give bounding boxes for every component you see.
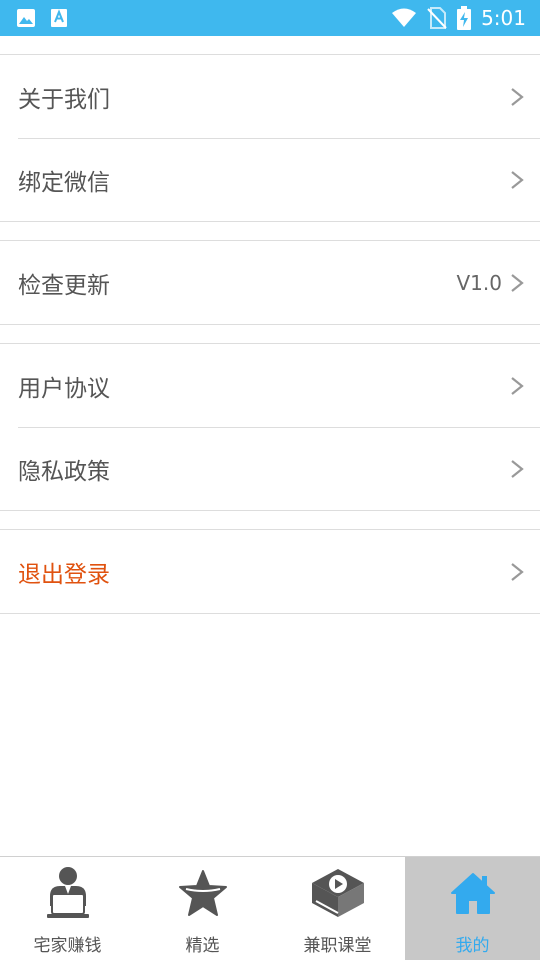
tab-label: 兼职课堂	[303, 936, 372, 956]
about-us-row[interactable]: 关于我们	[0, 55, 540, 138]
logout-row[interactable]: 退出登录	[0, 530, 540, 613]
no-sim-icon	[427, 7, 447, 29]
settings-group-logout: 退出登录	[0, 529, 540, 614]
star-icon	[173, 863, 233, 923]
privacy-policy-row[interactable]: 隐私政策	[0, 427, 540, 510]
settings-group-update: 检查更新 V1.0	[0, 240, 540, 325]
home-icon	[443, 863, 503, 923]
chevron-right-icon	[510, 170, 524, 190]
tab-featured[interactable]: 精选	[135, 857, 270, 960]
battery-charging-icon	[457, 6, 472, 30]
logout-label: 退出登录	[18, 561, 110, 588]
tab-label: 宅家赚钱	[33, 936, 102, 956]
row-label: 隐私政策	[18, 458, 110, 485]
chevron-right-icon	[510, 376, 524, 396]
tab-mine[interactable]: 我的	[405, 857, 540, 960]
tab-label: 精选	[185, 936, 220, 956]
status-time: 5:01	[481, 6, 526, 30]
settings-group-about: 关于我们 绑定微信	[0, 54, 540, 222]
image-icon	[16, 8, 36, 28]
check-update-row[interactable]: 检查更新 V1.0	[0, 241, 540, 324]
bind-wechat-row[interactable]: 绑定微信	[0, 138, 540, 221]
chevron-right-icon	[510, 562, 524, 582]
person-laptop-icon	[38, 863, 98, 923]
row-label: 用户协议	[18, 375, 110, 402]
chevron-right-icon	[510, 273, 524, 293]
book-play-icon	[308, 863, 368, 923]
user-agreement-row[interactable]: 用户协议	[0, 344, 540, 427]
font-app-icon	[50, 8, 68, 28]
settings-list: 关于我们 绑定微信 检查更新 V1.0 用户协议 隐私政策 退出登录	[0, 36, 540, 614]
tab-label: 我的	[455, 936, 490, 956]
row-label: 关于我们	[18, 86, 110, 113]
tab-home-earn[interactable]: 宅家赚钱	[0, 857, 135, 960]
chevron-right-icon	[510, 87, 524, 107]
chevron-right-icon	[510, 459, 524, 479]
version-value: V1.0	[456, 270, 503, 295]
bottom-nav: 宅家赚钱 精选 兼职课堂 我的	[0, 856, 540, 960]
row-label: 检查更新	[18, 272, 110, 299]
wifi-icon	[391, 8, 417, 28]
tab-part-time-class[interactable]: 兼职课堂	[270, 857, 405, 960]
status-bar: 5:01	[0, 0, 540, 36]
row-label: 绑定微信	[18, 169, 110, 196]
settings-group-legal: 用户协议 隐私政策	[0, 343, 540, 511]
